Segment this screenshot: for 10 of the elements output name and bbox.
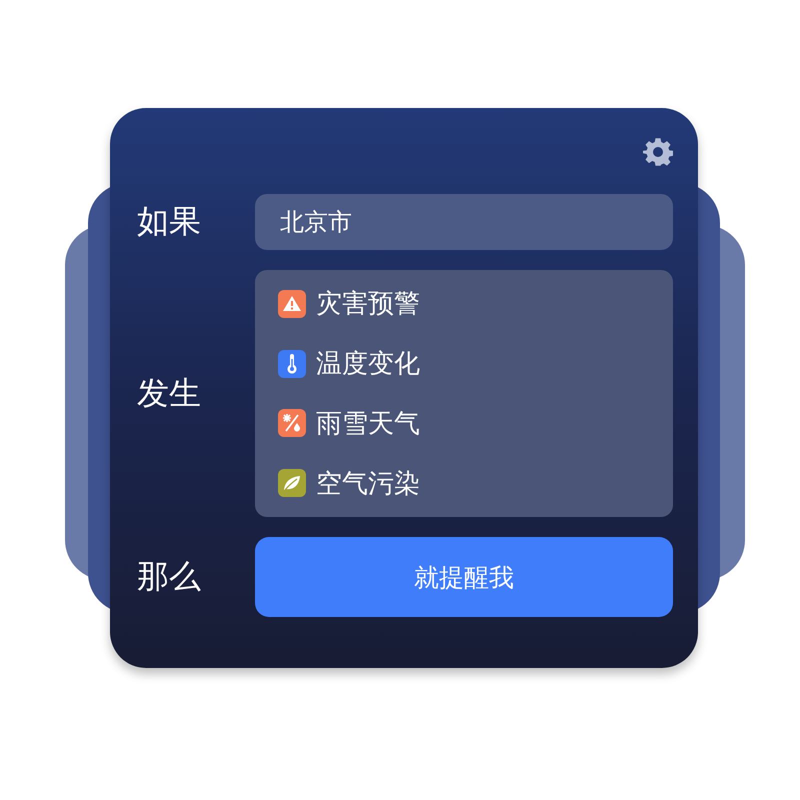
condition-label[interactable]: 雨雪天气	[316, 406, 420, 441]
settings-icon[interactable]	[643, 137, 673, 167]
row-label: 发生	[137, 372, 202, 414]
row-label: 那么	[137, 556, 202, 597]
condition-label[interactable]: 空气污染	[316, 466, 420, 501]
remind-button[interactable]: 就提醒我	[255, 537, 673, 617]
row-label: 如果	[137, 201, 202, 242]
condition-label[interactable]: 灾害预警	[316, 286, 420, 322]
city-field[interactable]: 北京市	[255, 194, 673, 250]
condition-label[interactable]: 温度变化	[316, 346, 420, 382]
